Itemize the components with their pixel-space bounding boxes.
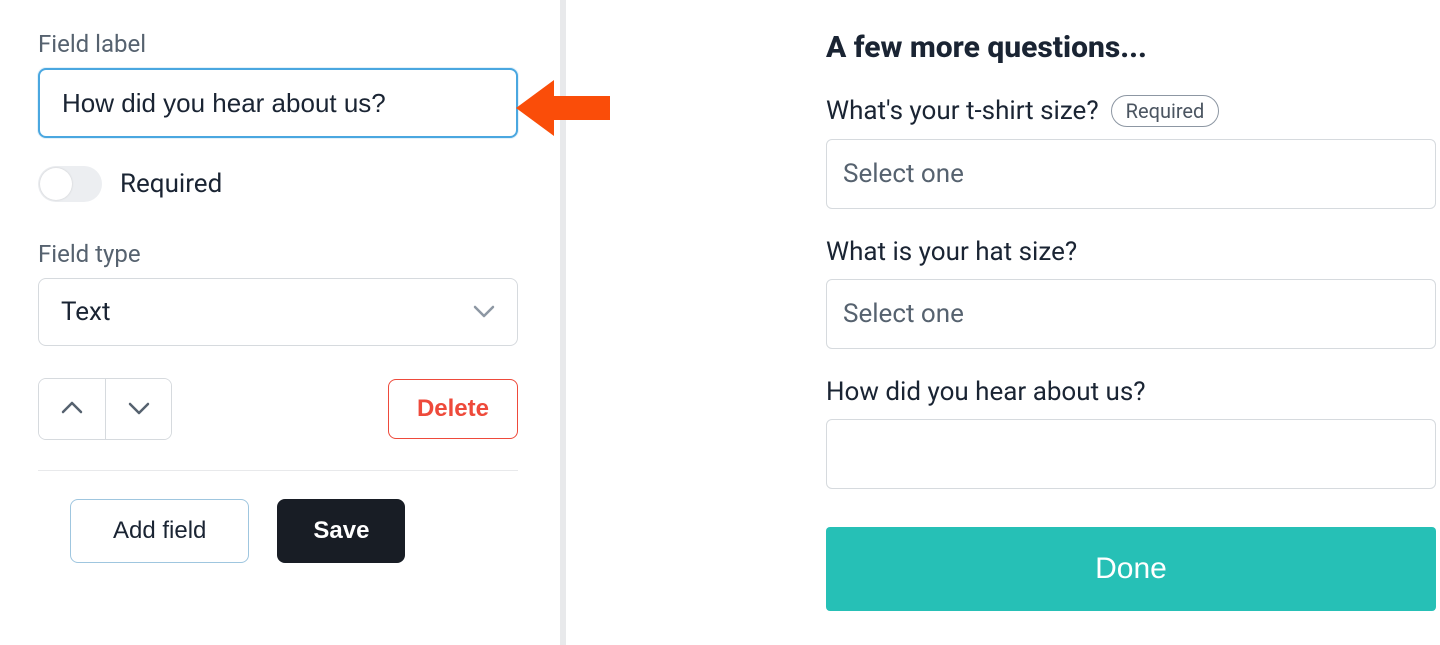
preview-field: How did you hear about us? — [826, 377, 1440, 489]
preview-field-label: What's your t-shirt size? — [826, 96, 1099, 126]
field-type-value: Text — [61, 297, 110, 327]
form-preview-panel: A few more questions... What's your t-sh… — [566, 0, 1440, 645]
preview-field: What's your t-shirt size? Required Selec… — [826, 95, 1440, 209]
required-toggle-label: Required — [120, 169, 222, 199]
preview-select-placeholder: Select one — [843, 159, 964, 189]
move-up-button[interactable] — [39, 379, 105, 439]
chevron-up-icon — [60, 400, 84, 419]
preview-field: What is your hat size? Select one — [826, 237, 1440, 349]
field-type-heading: Field type — [38, 240, 522, 268]
required-toggle[interactable] — [38, 166, 102, 202]
move-down-button[interactable] — [105, 379, 171, 439]
preview-select-tshirt[interactable]: Select one — [826, 139, 1436, 209]
preview-select-hat[interactable]: Select one — [826, 279, 1436, 349]
reorder-group — [38, 378, 172, 440]
toggle-knob — [40, 168, 72, 200]
preview-field-label: How did you hear about us? — [826, 377, 1146, 407]
save-button[interactable]: Save — [277, 499, 405, 563]
done-button[interactable]: Done — [826, 527, 1436, 611]
delete-button[interactable]: Delete — [388, 379, 518, 439]
field-label-heading: Field label — [38, 30, 522, 58]
chevron-down-icon — [127, 400, 151, 419]
field-type-select[interactable]: Text — [38, 278, 518, 346]
preview-heading: A few more questions... — [826, 30, 1440, 65]
preview-field-label: What is your hat size? — [826, 237, 1077, 267]
field-editor-panel: Field label Required Field type Text — [0, 0, 560, 645]
preview-text-input[interactable] — [826, 419, 1436, 489]
preview-select-placeholder: Select one — [843, 299, 964, 329]
add-field-button[interactable]: Add field — [70, 499, 249, 563]
field-label-input[interactable] — [38, 68, 518, 138]
required-pill: Required — [1111, 95, 1220, 127]
chevron-down-icon — [473, 305, 495, 319]
